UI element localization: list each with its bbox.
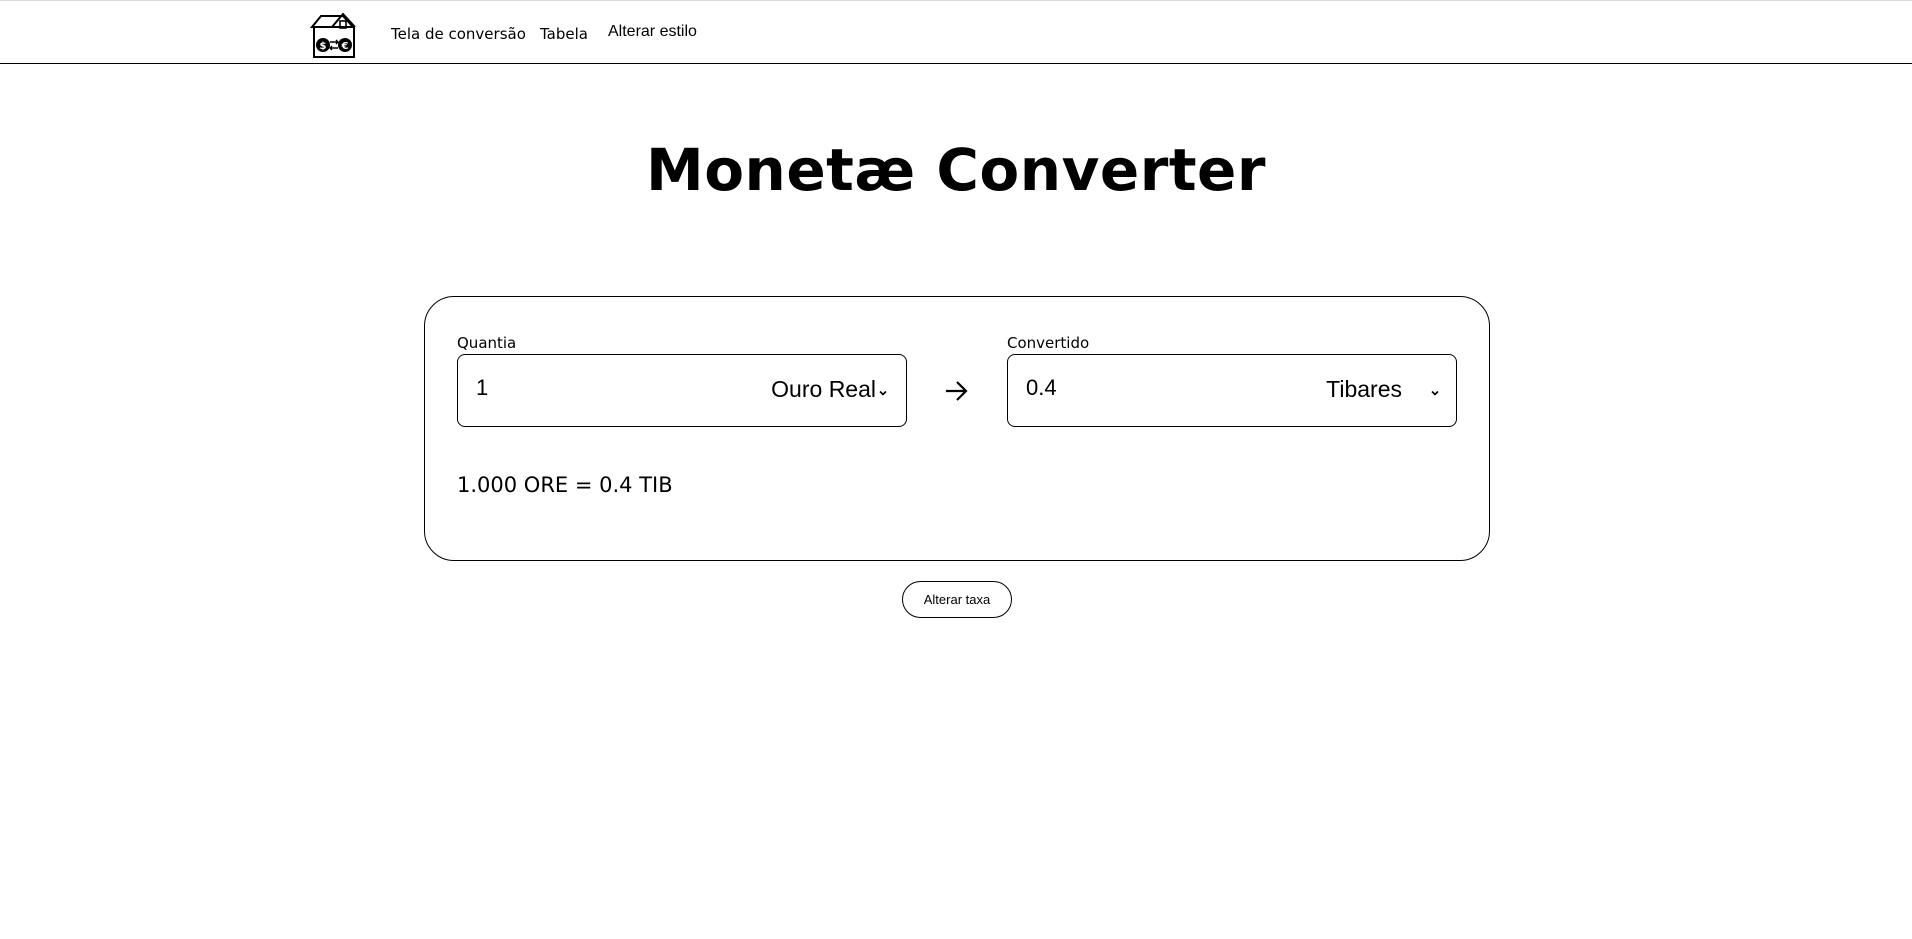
amount-field: Ouro Real bbox=[457, 354, 907, 427]
converted-input[interactable] bbox=[1026, 375, 1226, 401]
amount-currency-select[interactable]: Ouro Real bbox=[771, 376, 888, 404]
amount-currency-value: Ouro Real bbox=[771, 376, 876, 402]
converter-card: Quantia Ouro Real Convertido Tibares 1.0… bbox=[424, 296, 1490, 561]
converted-label: Convertido bbox=[1007, 334, 1090, 352]
exchange-rate-text: 1.000 ORE = 0.4 TIB bbox=[457, 473, 673, 497]
page-title: Monetæ Converter bbox=[645, 136, 1266, 204]
converted-currency-value: Tibares bbox=[1326, 376, 1402, 402]
top-navbar: $ € Tela de conversão Tabela Alterar est… bbox=[0, 0, 1912, 64]
alter-rate-button[interactable]: Alterar taxa bbox=[902, 581, 1012, 618]
chevron-down-icon bbox=[1430, 377, 1440, 404]
nav-link-conversion[interactable]: Tela de conversão bbox=[391, 25, 526, 43]
svg-text:$: $ bbox=[320, 41, 327, 52]
amount-label: Quantia bbox=[457, 334, 517, 352]
chevron-down-icon bbox=[878, 377, 888, 404]
nav-link-table[interactable]: Tabela bbox=[540, 25, 588, 43]
svg-text:€: € bbox=[341, 41, 349, 52]
amount-input[interactable] bbox=[476, 375, 676, 401]
converted-field: Tibares bbox=[1007, 354, 1457, 427]
nav-link-change-style[interactable]: Alterar estilo bbox=[608, 23, 697, 41]
house-currency-exchange-icon[interactable]: $ € bbox=[309, 9, 359, 59]
arrow-right-icon bbox=[942, 379, 970, 403]
converted-currency-select[interactable]: Tibares bbox=[1326, 376, 1440, 404]
